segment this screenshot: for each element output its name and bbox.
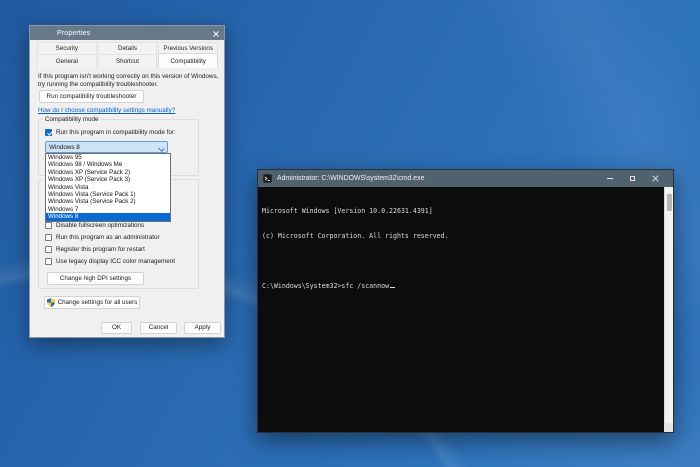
checkbox-label: Disable fullscreen optimizations [56,222,145,229]
dropdown-item-selected[interactable]: Windows 8 [46,213,170,221]
register-restart-checkbox-row[interactable]: Register this program for restart [45,246,145,253]
console-scrollbar[interactable] [664,187,673,432]
dropdown-item[interactable]: Windows Vista (Service Pack 1) [46,191,170,198]
maximize-icon[interactable] [621,170,644,187]
run-troubleshooter-button[interactable]: Run compatibility troubleshooter [39,90,144,103]
dropdown-item[interactable]: Windows 98 / Windows Me [46,161,170,168]
console-prompt-line: C:\Windows\System32>sfc /scannow [262,282,664,290]
console-line: (c) Microsoft Corporation. All rights re… [262,232,449,241]
console-prompt-text: C:\Windows\System32>sfc /scannow [262,282,390,291]
tab-row-2: General Shortcut Compatibility [37,53,219,68]
dropdown-item[interactable]: Windows XP (Service Pack 2) [46,169,170,176]
compatibility-mode-group-label: Compatibility mode [43,116,101,123]
cmd-window-controls [598,170,667,187]
minimize-icon[interactable] [598,170,621,187]
combobox-selected-value: Windows 8 [49,143,80,151]
ok-button[interactable]: OK [101,322,132,334]
change-settings-all-users-button[interactable]: Change settings for all users [44,296,140,309]
compat-mode-combobox[interactable]: Windows 8 [45,141,168,153]
checkbox-checked-icon[interactable] [45,129,53,136]
compatibility-intro-text: If this program isn't working correctly … [38,73,219,89]
close-icon[interactable] [211,29,220,38]
text-cursor [390,286,396,289]
dropdown-item[interactable]: Windows 95 [46,154,170,161]
fullscreen-optimizations-checkbox-row[interactable]: Disable fullscreen optimizations [45,222,144,229]
checkbox-label: Register this program for restart [56,246,145,253]
compat-mode-checkbox-row[interactable]: Run this program in compatibility mode f… [45,129,176,136]
tab-general[interactable]: General [37,54,97,68]
run-as-admin-checkbox-row[interactable]: Run this program as an administrator [45,234,160,241]
dropdown-item[interactable]: Windows 7 [46,206,170,213]
dropdown-item[interactable]: Windows Vista [46,184,170,191]
compat-mode-dropdown-list: Windows 95 Windows 98 / Windows Me Windo… [45,153,171,222]
all-users-button-label: Change settings for all users [57,299,138,306]
cmd-window: Administrator: C:\WINDOWS\system32\cmd.e… [257,169,674,433]
scrollbar-thumb[interactable] [666,194,672,211]
checkbox-icon[interactable] [45,234,52,241]
properties-dialog: Properties Security Details Previous Ver… [29,25,225,338]
tab-details[interactable]: Details [97,42,158,54]
compat-settings-help-link[interactable]: How do I choose compatibility settings m… [38,107,175,114]
cmd-app-icon [262,170,273,188]
checkbox-label: Run this program as an administrator [56,234,160,241]
legacy-icc-checkbox-row[interactable]: Use legacy display ICC color management [45,258,175,265]
dropdown-item[interactable]: Windows XP (Service Pack 3) [46,176,170,183]
console-line: Microsoft Windows [Version 10.0.22631.43… [262,206,433,215]
dialog-title: Properties [57,29,91,37]
close-icon[interactable] [644,170,667,187]
dropdown-item[interactable]: Windows Vista (Service Pack 2) [46,198,170,205]
checkbox-icon[interactable] [45,258,52,265]
change-high-dpi-button[interactable]: Change high DPI settings [47,272,144,285]
uac-shield-icon [46,298,55,307]
resize-grip[interactable] [664,423,673,432]
tab-shortcut[interactable]: Shortcut [97,54,158,68]
checkbox-icon[interactable] [45,246,52,253]
cmd-titlebar[interactable]: Administrator: C:\WINDOWS\system32\cmd.e… [258,170,673,187]
cancel-button[interactable]: Cancel [140,322,177,334]
checkbox-label: Use legacy display ICC color management [56,258,175,265]
tab-security[interactable]: Security [37,42,97,54]
tab-compatibility[interactable]: Compatibility [158,53,219,68]
compat-mode-checkbox-label: Run this program in compatibility mode f… [56,129,176,136]
chevron-down-icon [158,146,163,151]
dialog-titlebar[interactable]: Properties [30,26,224,40]
console-output[interactable]: Microsoft Windows [Version 10.0.22631.43… [258,187,664,432]
apply-button[interactable]: Apply [184,322,221,334]
checkbox-icon[interactable] [45,222,52,229]
cmd-window-title: Administrator: C:\WINDOWS\system32\cmd.e… [277,175,425,182]
